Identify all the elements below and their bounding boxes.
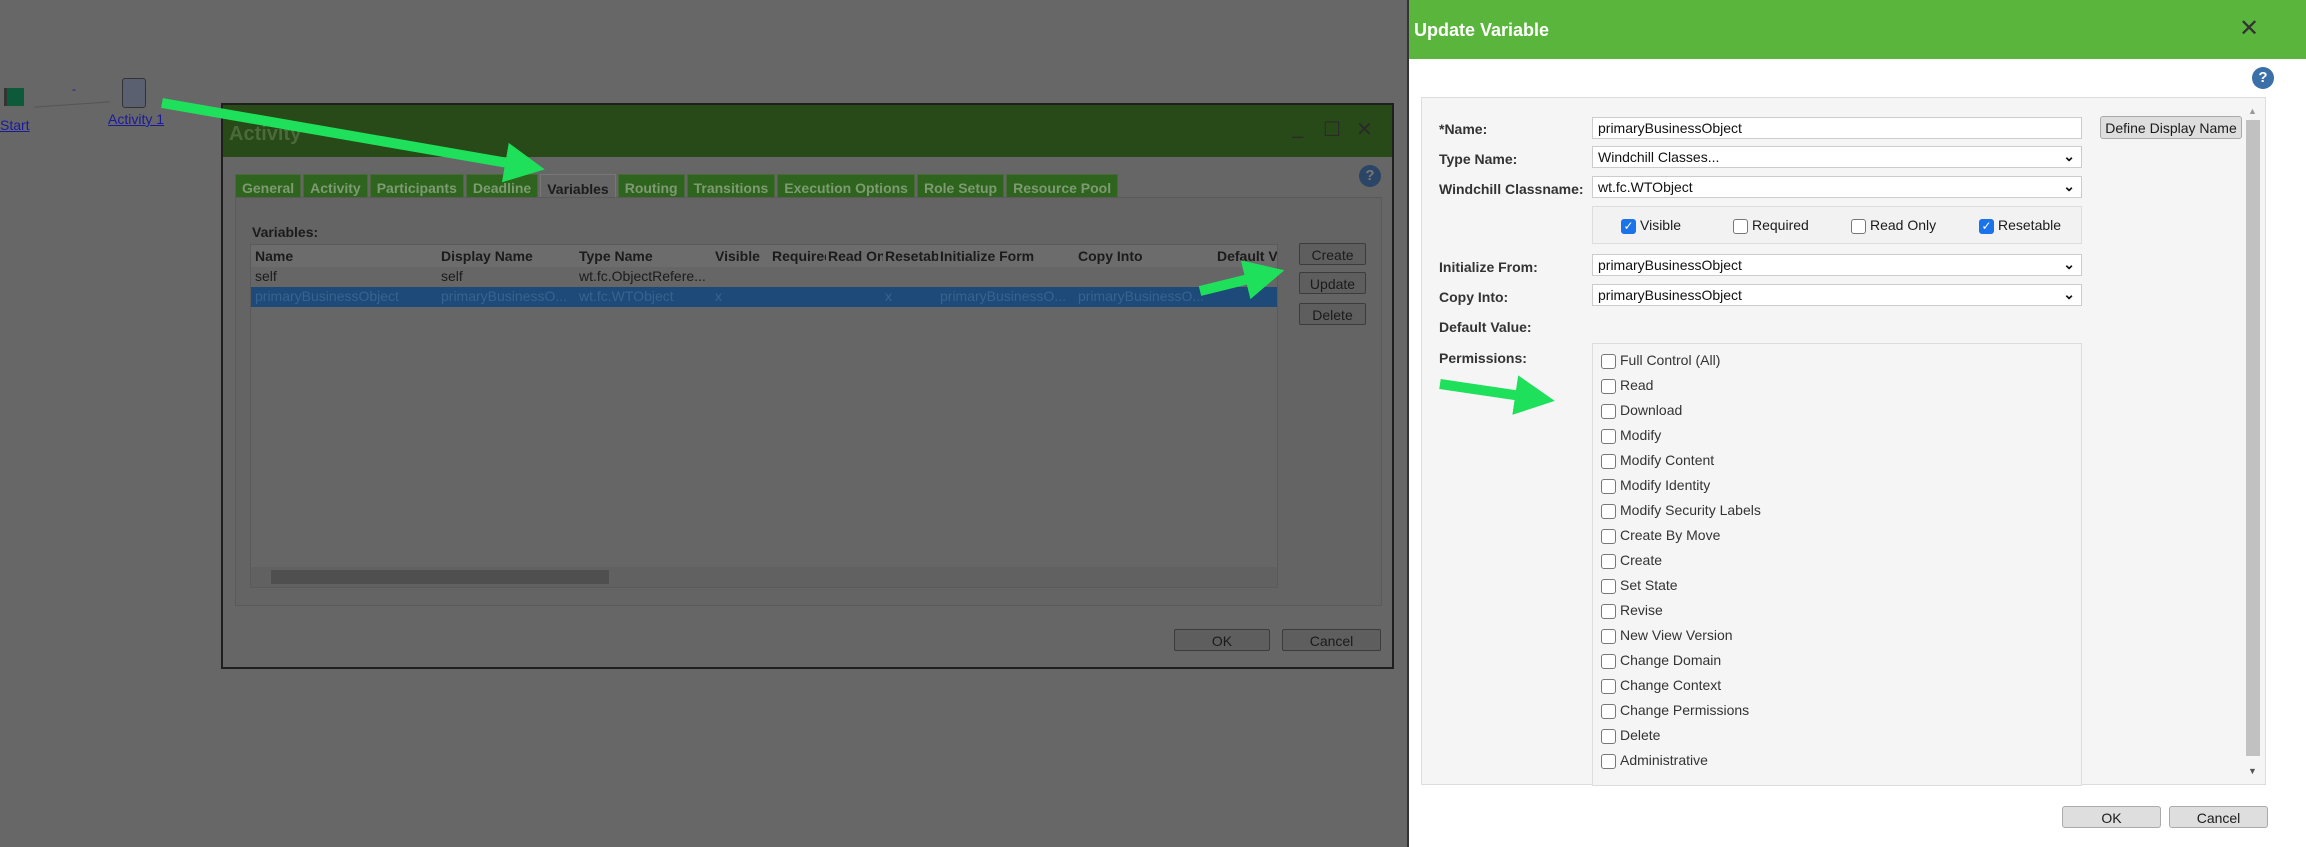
arrow-to-read-permission [1439, 375, 1555, 415]
arrow-to-update-button [1198, 260, 1285, 300]
arrow-to-variables-tab [161, 98, 545, 183]
annotation-arrows [161, 98, 1555, 415]
